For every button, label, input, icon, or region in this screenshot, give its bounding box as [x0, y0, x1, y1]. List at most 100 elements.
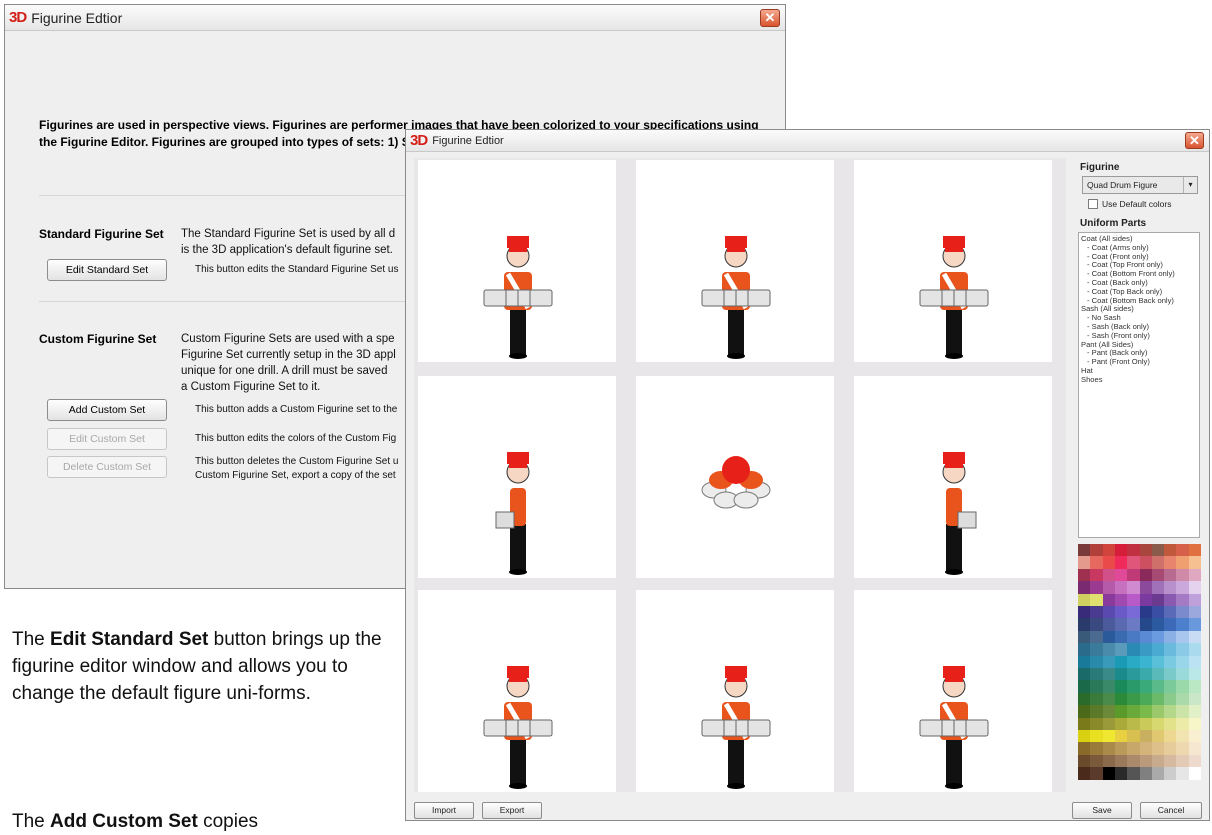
color-swatch[interactable]	[1102, 643, 1115, 656]
color-swatch[interactable]	[1139, 605, 1152, 619]
color-swatch[interactable]	[1176, 667, 1189, 681]
color-swatch[interactable]	[1090, 593, 1103, 606]
color-swatch[interactable]	[1090, 581, 1103, 594]
color-swatch[interactable]	[1164, 667, 1177, 681]
color-swatch[interactable]	[1078, 754, 1091, 768]
color-swatch[interactable]	[1114, 618, 1128, 631]
color-swatch[interactable]	[1090, 742, 1103, 755]
uniform-parts-list[interactable]: Coat (All sides) - Coat (Arms only) - Coat…	[1078, 232, 1200, 538]
color-swatch[interactable]	[1139, 754, 1152, 768]
color-swatch[interactable]	[1102, 568, 1115, 582]
color-swatch[interactable]	[1188, 593, 1201, 606]
color-swatch[interactable]	[1114, 655, 1128, 668]
color-swatch[interactable]	[1164, 643, 1177, 656]
color-swatch[interactable]	[1078, 729, 1091, 743]
color-swatch[interactable]	[1139, 618, 1152, 631]
color-swatch[interactable]	[1164, 581, 1177, 594]
use-default-colors-checkbox[interactable]: Use Default colors	[1088, 199, 1206, 209]
export-button[interactable]: Export	[482, 802, 542, 819]
color-swatch[interactable]	[1090, 556, 1103, 569]
color-swatch[interactable]	[1102, 754, 1115, 768]
color-swatch[interactable]	[1078, 655, 1091, 668]
color-swatch[interactable]	[1176, 680, 1189, 693]
color-swatch[interactable]	[1151, 605, 1165, 619]
color-swatch[interactable]	[1151, 544, 1165, 557]
color-swatch[interactable]	[1102, 618, 1115, 631]
color-swatch[interactable]	[1188, 705, 1201, 718]
figurine-select[interactable]: Quad Drum Figure ▾	[1082, 176, 1198, 194]
color-swatch[interactable]	[1164, 705, 1177, 718]
color-swatch[interactable]	[1151, 729, 1165, 743]
checkbox-box[interactable]	[1088, 199, 1098, 209]
color-swatch[interactable]	[1127, 680, 1140, 693]
color-swatch[interactable]	[1164, 556, 1177, 569]
color-swatch[interactable]	[1114, 556, 1128, 569]
color-swatch[interactable]	[1139, 593, 1152, 606]
color-swatch[interactable]	[1188, 643, 1201, 656]
color-swatch[interactable]	[1127, 717, 1140, 730]
color-swatch[interactable]	[1078, 605, 1091, 619]
color-swatch[interactable]	[1090, 643, 1103, 656]
color-swatch[interactable]	[1090, 705, 1103, 718]
color-swatch[interactable]	[1102, 556, 1115, 569]
color-swatch[interactable]	[1176, 692, 1189, 706]
color-swatch[interactable]	[1102, 729, 1115, 743]
color-swatch[interactable]	[1151, 717, 1165, 730]
color-swatch[interactable]	[1114, 581, 1128, 594]
color-swatch[interactable]	[1176, 655, 1189, 668]
color-swatch[interactable]	[1151, 705, 1165, 718]
color-swatch[interactable]	[1188, 754, 1201, 768]
color-swatch[interactable]	[1102, 692, 1115, 706]
color-swatch[interactable]	[1164, 717, 1177, 730]
color-swatch[interactable]	[1078, 568, 1091, 582]
color-swatch[interactable]	[1188, 544, 1201, 557]
close-button[interactable]: ✕	[1185, 132, 1204, 149]
color-swatch[interactable]	[1090, 544, 1103, 557]
color-swatch[interactable]	[1139, 581, 1152, 594]
color-swatch[interactable]	[1151, 692, 1165, 706]
color-swatch[interactable]	[1090, 754, 1103, 768]
color-swatch[interactable]	[1176, 754, 1189, 768]
color-swatch[interactable]	[1102, 680, 1115, 693]
add-custom-set-button[interactable]: Add Custom Set	[47, 399, 167, 421]
color-swatch[interactable]	[1127, 692, 1140, 706]
color-swatch[interactable]	[1078, 581, 1091, 594]
color-swatch[interactable]	[1139, 643, 1152, 656]
color-swatch[interactable]	[1102, 742, 1115, 755]
color-swatch[interactable]	[1090, 655, 1103, 668]
color-swatch[interactable]	[1188, 680, 1201, 693]
save-button[interactable]: Save	[1072, 802, 1132, 819]
color-swatch[interactable]	[1114, 729, 1128, 743]
color-swatch[interactable]	[1078, 593, 1091, 606]
color-swatch[interactable]	[1164, 605, 1177, 619]
color-swatch[interactable]	[1188, 618, 1201, 631]
color-swatch[interactable]	[1102, 717, 1115, 730]
color-swatch[interactable]	[1127, 618, 1140, 631]
color-swatch[interactable]	[1139, 742, 1152, 755]
color-swatch[interactable]	[1078, 544, 1091, 557]
color-swatch[interactable]	[1164, 729, 1177, 743]
color-swatch[interactable]	[1127, 742, 1140, 755]
color-swatch[interactable]	[1114, 630, 1128, 644]
color-swatch[interactable]	[1090, 692, 1103, 706]
color-swatch[interactable]	[1078, 618, 1091, 631]
color-swatch[interactable]	[1188, 692, 1201, 706]
color-swatch[interactable]	[1127, 754, 1140, 768]
color-swatch[interactable]	[1102, 630, 1115, 644]
uniform-part-item[interactable]: - Pant (Front Only)	[1081, 357, 1197, 367]
color-swatch[interactable]	[1114, 568, 1128, 582]
color-swatch[interactable]	[1127, 605, 1140, 619]
color-swatch[interactable]	[1114, 643, 1128, 656]
color-swatch[interactable]	[1102, 655, 1115, 668]
color-swatch[interactable]	[1139, 729, 1152, 743]
uniform-part-item[interactable]: Shoes	[1081, 375, 1197, 385]
color-swatch[interactable]	[1176, 705, 1189, 718]
color-swatch[interactable]	[1127, 556, 1140, 569]
color-swatch[interactable]	[1164, 618, 1177, 631]
color-swatch[interactable]	[1078, 705, 1091, 718]
color-swatch[interactable]	[1127, 767, 1140, 780]
color-swatch[interactable]	[1164, 593, 1177, 606]
color-swatch[interactable]	[1090, 729, 1103, 743]
color-swatch[interactable]	[1151, 593, 1165, 606]
color-swatch[interactable]	[1188, 667, 1201, 681]
